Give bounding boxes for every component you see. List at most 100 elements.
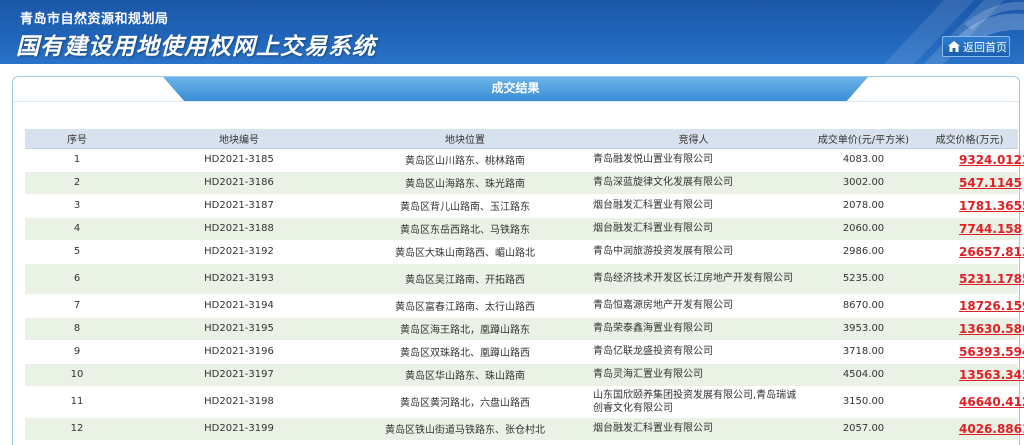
unit-price: 2986.00 [806,240,921,264]
total-price-link[interactable]: 26657.8136 [959,245,1024,259]
parcel-code: HD2021-3187 [129,194,349,218]
parcel-location: 黄岛区东岳西路北、马铁路东 [349,217,581,241]
unit-price: 2060.00 [806,217,921,241]
row-number: 2 [25,171,129,195]
parcel-location: 黄岛区吴江路南、开拓路西 [349,263,581,295]
parcel-location: 黄岛区背儿山路南、玉江路东 [349,194,581,218]
total-price-cell: 7744.158 [921,217,1022,241]
system-title: 国有建设用地使用权网上交易系统 [16,34,376,60]
row-number: 1 [25,148,129,172]
table-row: 6 HD2021-3193 黄岛区吴江路南、开拓路西 青岛经济技术开发区长江房地产开发… [25,263,1024,295]
parcel-code: HD2021-3188 [129,217,349,241]
table-body: 1 HD2021-3185 黄岛区山川路东、桃林路南 青岛融发悦山置业有限公司 4083… [25,148,1024,441]
total-price-cell: 46640.412 [921,386,1024,418]
unit-price: 3953.00 [806,317,921,341]
total-price-cell: 13630.5804 [921,317,1024,341]
row-number: 4 [25,217,129,241]
table-row: 8 HD2021-3195 黄岛区海王路北，凰蹲山路东 青岛荣泰鑫海置业有限公司 395… [25,317,1024,341]
buyer-name: 烟台融发汇科置业有限公司 [581,194,806,218]
table-row: 2 HD2021-3186 黄岛区山海路东、珠光路南 青岛深蓝旋律文化发展有限公司 30… [25,171,1022,195]
bureau-name: 青岛市自然资源和规划局 [20,12,169,27]
table-row: 7 HD2021-3194 黄岛区富春江路南、太行山路西 青岛恒嘉源房地产开发有限公司… [25,294,1024,318]
total-price-link[interactable]: 56393.5941 [959,345,1024,359]
total-price-link[interactable]: 46640.412 [959,395,1024,409]
col-header-unit-price: 成交单价(元/平方米) [806,129,921,149]
buyer-name: 青岛经济技术开发区长江房地产开发有限公司 [581,263,806,295]
total-price-link[interactable]: 7744.158 [959,222,1022,236]
table-header-row: 序号 地块编号 地块位置 竞得人 成交单价(元/平方米) 成交价格(万元) [25,129,1018,149]
table-row: 5 HD2021-3192 黄岛区大珠山南路西、嵋山路北 青岛中润旅游投资发展有限公司… [25,240,1024,264]
parcel-location: 黄岛区黄河路北，六盘山路西 [349,386,581,418]
row-number: 11 [25,386,129,418]
row-number: 9 [25,340,129,364]
buyer-name: 青岛亿联龙盛投资有限公司 [581,340,806,364]
table-row: 9 HD2021-3196 黄岛区双珠路北、凰蹲山路西 青岛亿联龙盛投资有限公司 371… [25,340,1024,364]
buyer-name: 青岛恒嘉源房地产开发有限公司 [581,294,806,318]
unit-price: 2057.00 [806,417,921,441]
row-number: 6 [25,263,129,295]
parcel-code: HD2021-3199 [129,417,349,441]
col-header-no: 序号 [25,129,129,149]
buyer-name: 烟台融发汇科置业有限公司 [581,417,806,441]
parcel-location: 黄岛区双珠路北、凰蹲山路西 [349,340,581,364]
divider [13,101,1019,102]
table-row: 10 HD2021-3197 黄岛区华山路东、珠山路南 青岛灵海汇置业有限公司 4504… [25,363,1024,387]
parcel-code: HD2021-3194 [129,294,349,318]
unit-price: 3150.00 [806,386,921,418]
parcel-location: 黄岛区华山路东、珠山路南 [349,363,581,387]
col-header-buyer: 竞得人 [581,129,806,149]
total-price-link[interactable]: 4026.8861 [959,422,1024,436]
buyer-name: 山东国欣颐养集团投资发展有限公司,青岛瑞诚创睿文化有限公司 [581,386,806,418]
row-number: 10 [25,363,129,387]
buyer-name: 青岛融发悦山置业有限公司 [581,148,806,172]
table-row: 3 HD2021-3187 黄岛区背儿山路南、玉江路东 烟台融发汇科置业有限公司 207… [25,194,1024,218]
parcel-code: HD2021-3195 [129,317,349,341]
col-header-location: 地块位置 [349,129,581,149]
table-row: 1 HD2021-3185 黄岛区山川路东、桃林路南 青岛融发悦山置业有限公司 4083… [25,148,1024,172]
parcel-code: HD2021-3198 [129,386,349,418]
total-price-cell: 13563.3456 [921,363,1024,387]
panel-title: 成交结果 [163,77,868,101]
buyer-name: 青岛中润旅游投资发展有限公司 [581,240,806,264]
parcel-code: HD2021-3185 [129,148,349,172]
buyer-name: 青岛灵海汇置业有限公司 [581,363,806,387]
total-price-cell: 5231.1785 [921,263,1024,295]
total-price-link[interactable]: 13563.3456 [959,368,1024,382]
total-price-cell: 26657.8136 [921,240,1024,264]
row-number: 12 [25,417,129,441]
page-header: 青岛市自然资源和规划局 国有建设用地使用权网上交易系统 返回首页 [0,0,1024,64]
results-panel: 成交结果 序号 地块编号 地块位置 竞得人 成交单价(元/平方米) 成交价格(万… [12,76,1024,445]
total-price-cell: 1781.3655 [921,194,1024,218]
row-number: 7 [25,294,129,318]
total-price-cell: 547.1145 [921,171,1022,195]
total-price-link[interactable]: 547.1145 [959,176,1022,190]
table-row: 4 HD2021-3188 黄岛区东岳西路北、马铁路东 烟台融发汇科置业有限公司 206… [25,217,1022,241]
unit-price: 4083.00 [806,148,921,172]
buyer-name: 青岛深蓝旋律文化发展有限公司 [581,171,806,195]
total-price-link[interactable]: 5231.1785 [959,272,1024,286]
total-price-link[interactable]: 18726.1596 [959,299,1024,313]
total-price-cell: 56393.5941 [921,340,1024,364]
unit-price: 3718.00 [806,340,921,364]
home-icon [948,41,960,52]
parcel-location: 黄岛区铁山街道马铁路东、张仓村北 [349,417,581,441]
table-row: 12 HD2021-3199 黄岛区铁山街道马铁路东、张仓村北 烟台融发汇科置业有限公… [25,417,1024,441]
parcel-code: HD2021-3193 [129,263,349,295]
row-number: 3 [25,194,129,218]
total-price-cell: 4026.8861 [921,417,1024,441]
unit-price: 8670.00 [806,294,921,318]
total-price-link[interactable]: 9324.0123 [959,153,1024,167]
parcel-location: 黄岛区山海路东、珠光路南 [349,171,581,195]
total-price-link[interactable]: 13630.5804 [959,322,1024,336]
total-price-link[interactable]: 1781.3655 [959,199,1024,213]
home-button[interactable]: 返回首页 [942,36,1010,57]
unit-price: 4504.00 [806,363,921,387]
home-button-label: 返回首页 [963,40,1007,54]
parcel-code: HD2021-3192 [129,240,349,264]
unit-price: 2078.00 [806,194,921,218]
parcel-location: 黄岛区富春江路南、太行山路西 [349,294,581,318]
total-price-cell: 9324.0123 [921,148,1024,172]
parcel-location: 黄岛区大珠山南路西、嵋山路北 [349,240,581,264]
row-number: 8 [25,317,129,341]
parcel-code: HD2021-3197 [129,363,349,387]
